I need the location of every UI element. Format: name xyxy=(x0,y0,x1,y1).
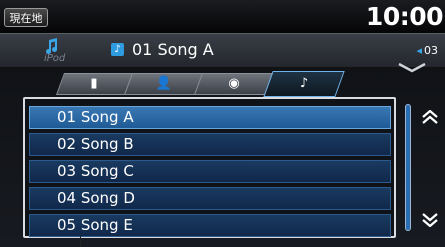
speaker-icon: ◂ xyxy=(416,44,422,57)
scrollbar[interactable] xyxy=(405,104,411,231)
song-row-1[interactable]: 01 Song A xyxy=(29,106,391,129)
clock: 10:00 xyxy=(365,2,444,31)
playlist-icon: ▮ xyxy=(90,76,98,91)
scroll-down-icon[interactable] xyxy=(420,213,440,231)
callout-line xyxy=(80,236,81,247)
album-icon: ◉ xyxy=(228,76,240,91)
now-playing-song-icon: ♪ xyxy=(111,43,124,56)
navigation-audio-screen: 現在地 10:00 iPod ♪ 01 Song A ◂ 03 ▮ 👤 ◉ ♪ 0… xyxy=(0,0,445,247)
track-count-value: 03 xyxy=(424,44,438,57)
chevron-down-icon[interactable] xyxy=(398,58,426,73)
track-count: ◂ 03 xyxy=(416,44,438,57)
now-playing-bar xyxy=(0,33,445,68)
scroll-up-icon[interactable] xyxy=(420,109,440,128)
music-note-icon: ♪ xyxy=(299,76,309,91)
song-row-5[interactable]: 05 Song E xyxy=(29,214,391,237)
source-label: iPod xyxy=(44,53,66,64)
song-row-2[interactable]: 02 Song B xyxy=(29,133,391,156)
now-playing-title: 01 Song A xyxy=(132,40,214,59)
artist-icon: 👤 xyxy=(155,76,173,91)
song-row-3[interactable]: 03 Song C xyxy=(29,160,391,183)
song-row-4[interactable]: 04 Song D xyxy=(29,187,391,210)
current-location-button[interactable]: 現在地 xyxy=(4,8,48,27)
